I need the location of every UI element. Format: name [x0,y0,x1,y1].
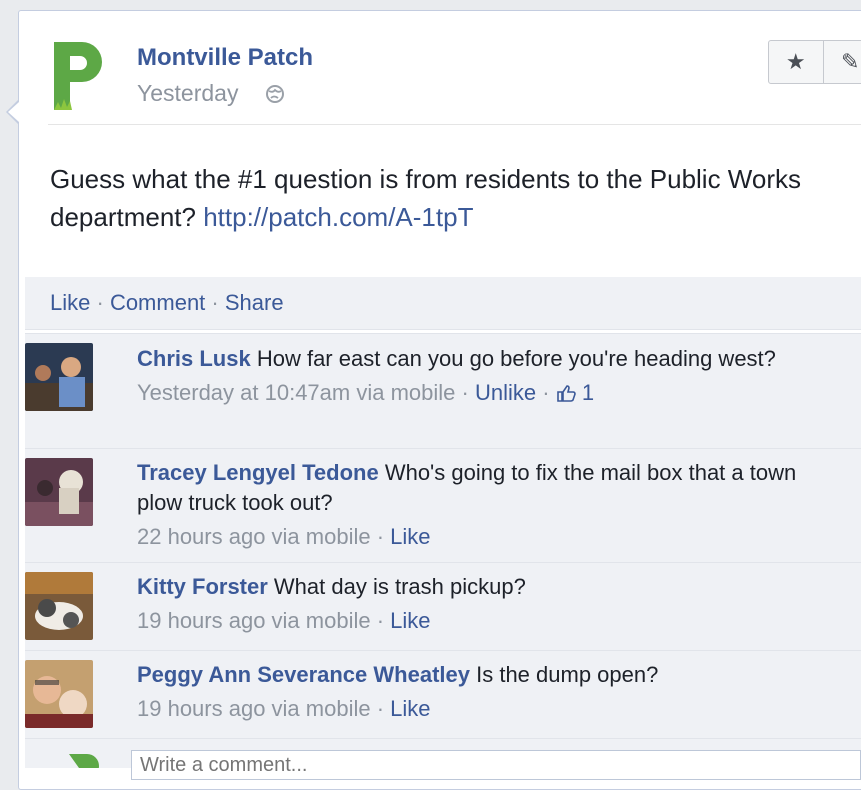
comment-text: Is the dump open? [476,662,658,687]
post-actions: Like · Comment · Share [50,290,284,316]
patch-logo-icon[interactable] [46,36,114,116]
like-comment-link[interactable]: Like [390,524,430,549]
like-comment-link[interactable]: Like [390,608,430,633]
post-message: Guess what the #1 question is from resid… [50,160,860,236]
comment-meta: 19 hours ago via mobile · Like [137,694,837,724]
comment-text: What day is trash pickup? [274,574,526,599]
like-comment-link[interactable]: Like [390,696,430,721]
action-separator: · [211,290,218,315]
comment-input[interactable] [131,750,861,780]
avatar[interactable] [25,343,93,411]
globe-icon [265,84,285,104]
comment-author[interactable]: Chris Lusk [137,346,251,371]
comment-meta: Yesterday at 10:47am via mobile · Unlike… [137,378,837,408]
share-link[interactable]: Share [225,290,284,315]
like-link[interactable]: Like [50,290,90,315]
meta-separator: · [542,380,549,405]
comment-body: Tracey Lengyel Tedone Who's going to fix… [137,458,837,552]
comment-meta: 19 hours ago via mobile · Like [137,606,837,636]
comment-body: Kitty Forster What day is trash pickup? … [137,572,837,636]
like-count[interactable]: 1 [582,380,594,405]
edit-icon[interactable]: ✎ [823,41,861,83]
meta-separator: · [377,524,384,549]
post-author-name[interactable]: Montville Patch [137,44,313,72]
meta-separator: · [377,696,384,721]
post-timestamp[interactable]: Yesterday [137,80,238,107]
avatar[interactable] [25,660,93,728]
header-divider [48,124,861,125]
comment-timestamp[interactable]: 22 hours ago via mobile [137,524,371,549]
thumbs-up-icon[interactable] [556,380,582,405]
comment-timestamp[interactable]: 19 hours ago via mobile [137,608,371,633]
card-pointer-inner [8,102,19,122]
patch-logo-icon [65,750,105,768]
comment-author[interactable]: Tracey Lengyel Tedone [137,460,379,485]
post-message-link[interactable]: http://patch.com/A-1tpT [203,202,473,232]
avatar[interactable] [25,458,93,526]
comment-body: Peggy Ann Severance Wheatley Is the dump… [137,660,837,724]
comment-body: Chris Lusk How far east can you go befor… [137,344,837,408]
comment-author[interactable]: Kitty Forster [137,574,268,599]
action-separator: · [96,290,103,315]
comment-author[interactable]: Peggy Ann Severance Wheatley [137,662,470,687]
meta-separator: · [462,380,469,405]
comment-timestamp[interactable]: Yesterday at 10:47am via mobile [137,380,455,405]
comment-meta: 22 hours ago via mobile · Like [137,522,837,552]
comment-timestamp[interactable]: 19 hours ago via mobile [137,696,371,721]
comment-text: How far east can you go before you're he… [257,346,776,371]
unlike-link[interactable]: Unlike [475,380,536,405]
comment-link[interactable]: Comment [110,290,205,315]
meta-separator: · [377,608,384,633]
star-icon[interactable]: ★ [769,41,823,83]
avatar[interactable] [25,572,93,640]
post-options-buttons: ★ ✎ [768,40,861,84]
